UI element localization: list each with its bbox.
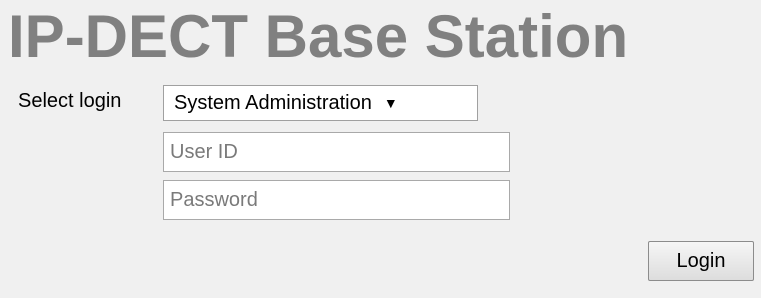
user-id-input[interactable]	[163, 132, 510, 172]
dropdown-arrow-icon[interactable]: ▼	[384, 96, 398, 110]
login-type-select-value: System Administration	[174, 91, 372, 114]
select-login-label: Select login	[18, 90, 122, 112]
page-title: IP-DECT Base Station	[8, 3, 629, 70]
login-type-select[interactable]: System Administration ▼	[163, 85, 478, 121]
password-input[interactable]	[163, 180, 510, 220]
login-button[interactable]: Login	[648, 241, 754, 281]
